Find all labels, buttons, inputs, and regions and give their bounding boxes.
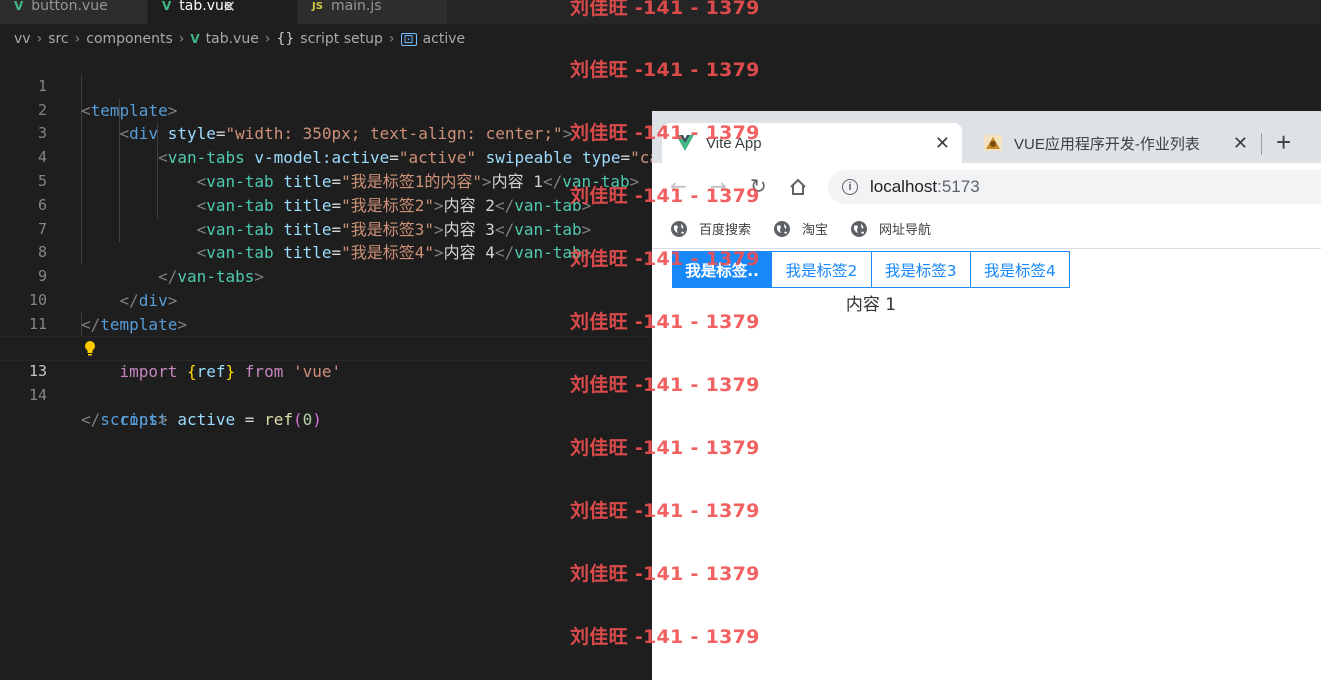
code-line: 1 <template> xyxy=(0,51,652,120)
watermark-text: 刘佳旺 -141 - 1379 xyxy=(570,374,760,396)
variable-icon: ⊡ xyxy=(400,32,417,46)
code-line: 9 </div> xyxy=(0,241,652,310)
chevron-right-icon: › xyxy=(74,31,81,47)
van-tab-3[interactable]: 我是标签3 xyxy=(871,252,971,287)
close-icon[interactable]: ✕ xyxy=(1233,133,1248,154)
watermark-text: 刘佳旺 -141 - 1379 xyxy=(570,563,760,585)
tab-divider xyxy=(1261,133,1262,155)
code-line-current: 13 const active = ref(0) xyxy=(0,335,653,429)
vue-file-icon: V xyxy=(162,0,172,13)
breadcrumb-item[interactable]: components xyxy=(86,31,173,47)
breadcrumb-item[interactable]: script setup xyxy=(300,31,383,47)
watermark-text: 刘佳旺 -141 - 1379 xyxy=(570,626,760,648)
chevron-right-icon: › xyxy=(178,31,185,47)
line-number: 14 xyxy=(28,386,47,405)
editor-tab-label: button.vue xyxy=(31,0,108,14)
globe-icon xyxy=(851,220,868,237)
new-tab-button[interactable]: + xyxy=(1276,129,1291,155)
editor-tab-button-vue[interactable]: V button.vue xyxy=(0,0,148,24)
code-line: 7 <van-tab title="我是标签4">内容 4</van-tab> xyxy=(0,194,652,263)
code-line: 8 </van-tabs> xyxy=(0,218,652,286)
chevron-right-icon: › xyxy=(264,31,271,47)
globe-icon xyxy=(671,220,687,237)
vue-file-icon: V xyxy=(14,0,24,13)
code-line: 12 import {ref} from 'vue' xyxy=(0,313,652,382)
watermark-text: 刘佳旺 -141 - 1379 xyxy=(570,437,760,459)
js-file-icon: JS xyxy=(312,0,323,12)
bookmark-label: 淘宝 xyxy=(802,223,829,238)
chevron-right-icon: › xyxy=(36,31,43,47)
breadcrumb-item[interactable]: src xyxy=(48,31,68,47)
watermark-text: 刘佳旺 -141 - 1379 xyxy=(570,311,760,333)
bookmark-label: 网址导航 xyxy=(879,223,932,238)
globe-icon xyxy=(774,220,791,237)
bookmark-taobao[interactable]: 淘宝 xyxy=(773,219,828,238)
watermark-text: 刘佳旺 -141 - 1379 xyxy=(570,0,760,19)
browser-tab-title: VUE应用程序开发-作业列表 xyxy=(1014,135,1200,153)
url-host: localhost xyxy=(870,177,938,196)
breadcrumb-item[interactable]: tab.vue xyxy=(206,31,259,47)
code-line: 2 <div style="width: 350px; text-align: … xyxy=(0,75,652,144)
braces-icon: {} xyxy=(276,31,295,47)
bookmarks-bar: 百度搜索 淘宝 网址导航 xyxy=(652,209,1321,249)
code-line: 5 <van-tab title="我是标签2">内容 2</van-tab> xyxy=(0,146,652,215)
browser-tab-homework[interactable]: VUE应用程序开发-作业列表 ✕ xyxy=(970,123,1260,163)
code-line: 3 <van-tabs v-model:active="active" swip… xyxy=(0,99,698,167)
code-line: 11 <script setup> xyxy=(0,289,652,358)
close-icon[interactable]: ✕ xyxy=(935,133,950,154)
van-tab-2[interactable]: 我是标签2 xyxy=(772,252,872,287)
chevron-right-icon: › xyxy=(388,31,395,47)
address-bar[interactable]: i localhost:5173 xyxy=(828,170,1321,204)
van-tab-4[interactable]: 我是标签4 xyxy=(970,252,1069,287)
editor-tab-main-js[interactable]: JS main.js xyxy=(298,0,448,24)
editor-tab-label: main.js xyxy=(330,0,382,14)
bookmark-label: 百度搜索 xyxy=(699,223,752,238)
lightbulb-icon[interactable] xyxy=(82,340,98,357)
watermark-text: 刘佳旺 -141 - 1379 xyxy=(570,122,760,144)
vue-file-icon: V xyxy=(190,32,200,46)
code-line: 14 </script> xyxy=(0,360,652,429)
watermark-text: 刘佳旺 -141 - 1379 xyxy=(570,248,760,270)
bookmark-nav[interactable]: 网址导航 xyxy=(850,219,931,238)
code-line: 4 <van-tab title="我是标签1的内容">内容 1</van-ta… xyxy=(0,122,652,191)
site-favicon-icon xyxy=(984,135,1002,151)
bookmark-baidu[interactable]: 百度搜索 xyxy=(670,219,751,238)
breadcrumb: vv › src › components › V tab.vue › {} s… xyxy=(14,29,465,49)
watermark-text: 刘佳旺 -141 - 1379 xyxy=(570,500,760,522)
url-port: :5173 xyxy=(937,177,980,196)
watermark-text: 刘佳旺 -141 - 1379 xyxy=(570,185,760,207)
editor-tab-tab-vue[interactable]: V tab.vue ✕ xyxy=(148,0,298,24)
close-icon[interactable]: ✕ xyxy=(222,0,235,16)
breadcrumb-item[interactable]: active xyxy=(423,31,466,47)
breadcrumb-item[interactable]: vv xyxy=(14,31,31,47)
code-line: 10 </template> xyxy=(0,265,652,334)
home-icon[interactable] xyxy=(788,177,808,197)
info-icon[interactable]: i xyxy=(842,179,858,195)
code-line: 6 <van-tab title="我是标签3">内容 3</van-tab> xyxy=(0,170,652,239)
code-area[interactable]: 1 <template> 2 <div style="width: 350px;… xyxy=(0,51,698,429)
watermark-text: 刘佳旺 -141 - 1379 xyxy=(570,59,760,81)
